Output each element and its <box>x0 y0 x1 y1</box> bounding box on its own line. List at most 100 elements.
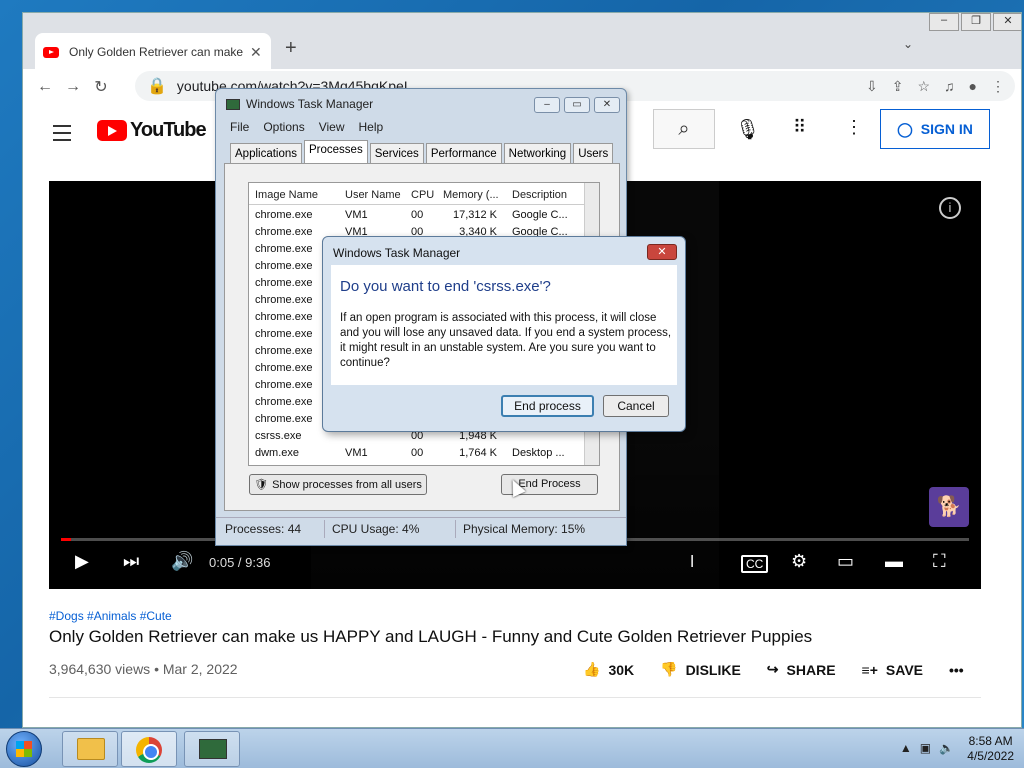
process-cell-name: chrome.exe <box>255 243 313 255</box>
clock-date: 4/5/2022 <box>967 749 1014 763</box>
video-hashtags[interactable]: #Dogs #Animals #Cute <box>49 609 172 623</box>
minimize-icon[interactable]: – <box>929 13 959 31</box>
theater-mode-icon[interactable]: ▬ <box>885 551 903 572</box>
playlist-add-icon: ≡+ <box>861 661 878 678</box>
channel-watermark-icon[interactable]: 🐕 <box>929 487 969 527</box>
tab-services[interactable]: Services <box>369 143 424 164</box>
captions-icon[interactable]: CC <box>741 555 769 573</box>
col-cpu[interactable]: CPU <box>411 189 434 201</box>
tab-performance[interactable]: Performance <box>425 143 502 164</box>
fullscreen-icon[interactable]: ⛶ <box>933 551 946 572</box>
close-icon[interactable]: ✕ <box>993 13 1021 31</box>
process-row[interactable]: chrome.exe VM1 00 17,312 K Google C... <box>249 207 585 224</box>
process-cell-name: chrome.exe <box>255 328 313 340</box>
hamburger-menu-icon[interactable] <box>53 125 71 146</box>
volume-icon[interactable]: 🔊 <box>171 551 193 572</box>
sign-in-button[interactable]: ◯ SIGN IN <box>880 109 990 149</box>
media-control-icon[interactable]: ♫ <box>944 78 955 95</box>
dialog-message: If an open program is associated with th… <box>340 312 672 369</box>
col-description[interactable]: Description <box>512 189 567 201</box>
info-icon[interactable]: i <box>939 197 961 219</box>
play-icon[interactable]: ▶ <box>75 551 89 572</box>
process-cell-name: chrome.exe <box>255 413 313 425</box>
col-memory[interactable]: Memory (... <box>443 189 499 201</box>
show-all-processes-button[interactable]: 🛡 Show processes from all users <box>249 474 427 495</box>
dialog-title: Windows Task Manager <box>333 246 461 260</box>
menu-view[interactable]: View <box>319 120 345 134</box>
share-button[interactable]: ↪ SHARE <box>767 661 836 678</box>
apps-grid-icon[interactable]: ⠿ <box>793 117 806 138</box>
tab-processes[interactable]: Processes <box>304 140 368 164</box>
menu-options[interactable]: Options <box>263 120 304 134</box>
settings-gear-icon[interactable]: ⚙ <box>791 551 807 572</box>
folder-icon <box>77 738 105 760</box>
youtube-logo[interactable]: YouTube <box>97 119 207 142</box>
task-manager-tabs: Applications Processes Services Performa… <box>230 140 614 164</box>
restore-icon[interactable]: ❐ <box>961 13 991 31</box>
youtube-logo-text: YouTube <box>130 119 207 141</box>
tm-maximize-icon[interactable]: ▭ <box>564 97 590 113</box>
search-button[interactable]: ⌕ <box>653 109 715 149</box>
taskbar-clock[interactable]: 8:58 AM 4/5/2022 <box>967 734 1014 764</box>
lock-icon: 🔒 <box>147 78 167 95</box>
chrome-menu-icon[interactable]: ⋮ <box>991 78 1005 95</box>
forward-arrow-icon[interactable]: → <box>59 78 87 96</box>
speaker-icon[interactable]: 🔈 <box>939 741 954 755</box>
reload-icon[interactable]: ↻ <box>87 77 115 97</box>
chrome-icon <box>136 737 162 763</box>
share-label: SHARE <box>786 661 836 678</box>
dialog-end-process-button[interactable]: End process <box>501 395 594 417</box>
more-actions-icon[interactable]: ••• <box>949 661 964 678</box>
thumbs-down-icon: 👎 <box>660 661 678 677</box>
browser-tab[interactable]: Only Golden Retriever can make ✕ <box>35 33 271 71</box>
taskbar-task-manager[interactable] <box>184 731 240 767</box>
tm-minimize-icon[interactable]: – <box>534 97 560 113</box>
tab-networking[interactable]: Networking <box>503 143 572 164</box>
status-cpu: CPU Usage: 4% <box>332 522 420 536</box>
start-button[interactable] <box>6 731 42 767</box>
video-actions: 👍 30K 👎 DISLIKE ↪ SHARE ≡+ SAVE ••• <box>583 661 964 678</box>
tab-users[interactable]: Users <box>573 143 614 164</box>
back-arrow-icon[interactable]: ← <box>31 78 59 96</box>
dialog-cancel-button[interactable]: Cancel <box>603 395 669 417</box>
bookmark-star-icon[interactable]: ☆ <box>917 78 930 95</box>
process-row[interactable]: dwm.exe VM1 00 1,764 K Desktop ... <box>249 445 585 462</box>
network-icon[interactable]: ▣ <box>920 741 931 755</box>
divider <box>49 697 981 698</box>
status-processes: Processes: 44 <box>225 522 302 536</box>
menu-file[interactable]: File <box>230 120 249 134</box>
menu-help[interactable]: Help <box>359 120 384 134</box>
desktop-icons-edge <box>0 60 22 180</box>
player-controls: ▶ ⏭ 🔊 0:05 / 9:36 ⏽ CC ⚙ ▭ ▬ ⛶ <box>49 539 981 589</box>
video-title: Only Golden Retriever can make us HAPPY … <box>49 627 813 646</box>
save-button[interactable]: ≡+ SAVE <box>862 661 923 678</box>
tab-title: Only Golden Retriever can make <box>69 45 244 59</box>
dialog-close-icon[interactable]: ✕ <box>647 244 677 260</box>
install-icon[interactable]: ⇩ <box>866 78 878 95</box>
col-image-name[interactable]: Image Name <box>255 189 318 201</box>
tm-close-icon[interactable]: ✕ <box>594 97 620 113</box>
new-tab-icon[interactable]: + <box>285 37 297 60</box>
profile-icon[interactable]: ● <box>969 78 977 95</box>
task-manager-statusbar: Processes: 44 CPU Usage: 4% Physical Mem… <box>216 517 626 539</box>
dialog-question: Do you want to end 'csrss.exe'? <box>340 278 551 295</box>
task-manager-icon <box>226 98 240 110</box>
share-icon[interactable]: ⇪ <box>892 78 904 95</box>
tray-chevron-icon[interactable]: ▲ <box>900 741 912 755</box>
taskbar-explorer[interactable] <box>62 731 118 767</box>
settings-kebab-icon[interactable]: ⋮ <box>845 117 863 138</box>
microphone-icon[interactable]: 🎙 <box>735 117 760 142</box>
autoplay-toggle-icon[interactable]: ⏽ <box>685 551 699 572</box>
miniplayer-icon[interactable]: ▭ <box>837 551 854 572</box>
tab-search-chevron-icon[interactable]: ⌄ <box>903 37 913 51</box>
like-button[interactable]: 👍 30K <box>583 661 634 678</box>
task-manager-window-controls: – ▭ ✕ <box>534 97 620 113</box>
dislike-button[interactable]: 👎 DISLIKE <box>660 661 741 678</box>
next-icon[interactable]: ⏭ <box>123 551 139 572</box>
task-manager-titlebar[interactable]: Windows Task Manager <box>226 97 373 111</box>
task-manager-taskbar-icon <box>199 739 227 759</box>
taskbar-chrome[interactable] <box>121 731 177 767</box>
tab-applications[interactable]: Applications <box>230 143 303 164</box>
tab-close-icon[interactable]: ✕ <box>250 44 262 61</box>
col-user-name[interactable]: User Name <box>345 189 401 201</box>
